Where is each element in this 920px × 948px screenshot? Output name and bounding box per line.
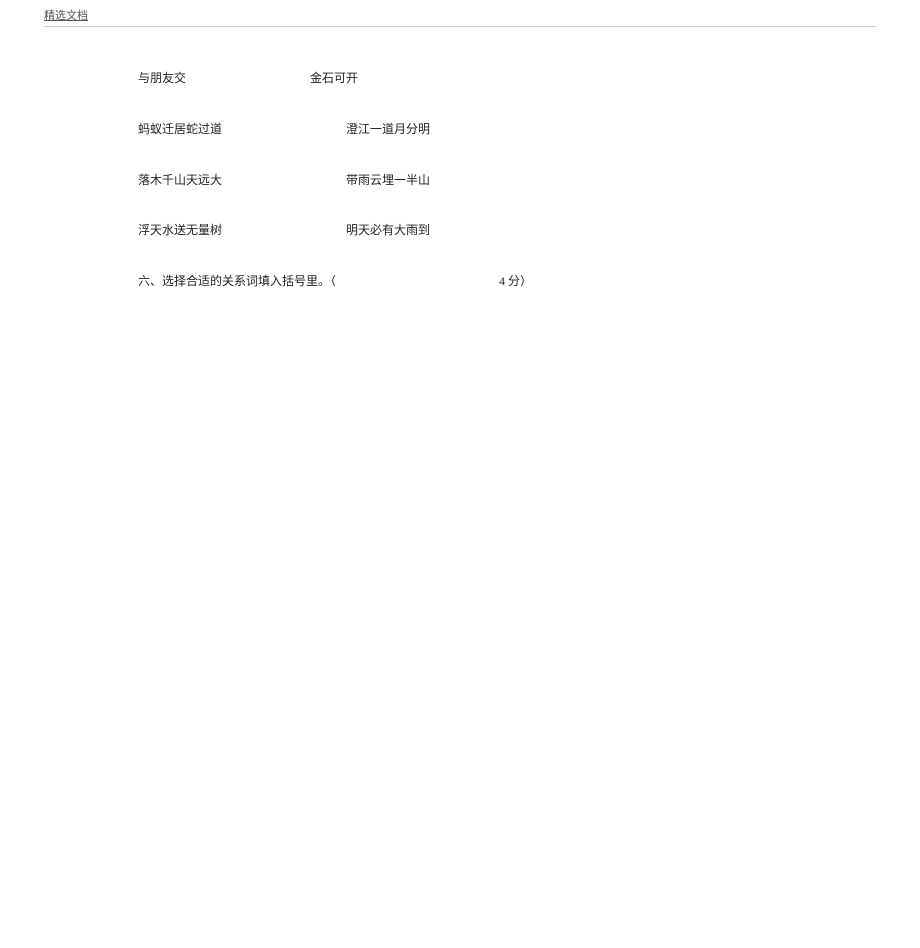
question-prefix: 六、选择合适的关系词填入括号里。（ xyxy=(138,273,336,290)
header-label: 精选文档 xyxy=(44,10,88,22)
pair-left: 浮天水送无量树 xyxy=(138,222,346,239)
pair-right: 澄江一道月分明 xyxy=(346,121,430,138)
page-header: 精选文档 xyxy=(44,7,876,27)
question-gap xyxy=(336,273,499,290)
question-points: 4 分） xyxy=(499,273,532,290)
pair-row: 蚂蚁迁居蛇过道 澄江一道月分明 xyxy=(138,121,778,138)
pair-row: 与朋友交 金石可开 xyxy=(138,70,778,87)
pair-left: 与朋友交 xyxy=(138,70,310,87)
pair-right: 金石可开 xyxy=(310,70,358,87)
question-row: 六、选择合适的关系词填入括号里。（ 4 分） xyxy=(138,273,778,290)
pair-right: 明天必有大雨到 xyxy=(346,222,430,239)
pair-right: 带雨云埋一半山 xyxy=(346,172,430,189)
pair-left: 蚂蚁迁居蛇过道 xyxy=(138,121,346,138)
pair-row: 落木千山天远大 带雨云埋一半山 xyxy=(138,172,778,189)
document-content: 与朋友交 金石可开 蚂蚁迁居蛇过道 澄江一道月分明 落木千山天远大 带雨云埋一半… xyxy=(138,70,778,290)
pair-row: 浮天水送无量树 明天必有大雨到 xyxy=(138,222,778,239)
pair-left: 落木千山天远大 xyxy=(138,172,346,189)
